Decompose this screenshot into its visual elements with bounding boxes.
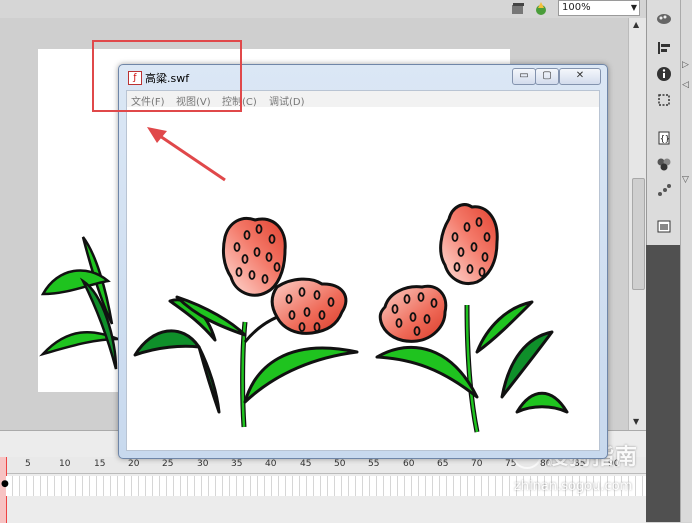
timeline-tick: 55 — [368, 459, 380, 469]
timeline-tick: 65 — [437, 459, 449, 469]
right-plant — [375, 203, 569, 433]
maximize-button[interactable]: ▢ — [535, 68, 559, 85]
align-icon[interactable] — [653, 38, 675, 58]
pointer-arrow — [147, 127, 226, 182]
watermark-url: zhinan.sogou.com — [514, 479, 633, 494]
close-button[interactable]: ✕ — [559, 68, 601, 85]
menu-debug[interactable]: 调试(D) — [269, 93, 305, 108]
left-plant — [133, 216, 359, 428]
timeline-tick: 30 — [197, 459, 209, 469]
timeline-tick: 60 — [403, 459, 415, 469]
timeline-tick: 25 — [162, 459, 174, 469]
timeline-tick: 5 — [25, 459, 31, 469]
timeline-tick: 35 — [231, 459, 243, 469]
collapse-panel-icon[interactable]: ◁ — [682, 80, 689, 90]
highlight-box — [92, 40, 242, 112]
chevron-down-icon: ▼ — [630, 3, 637, 12]
timeline-tick: 40 — [265, 459, 277, 469]
timeline-tick: 10 — [59, 459, 71, 469]
timeline-tick: 70 — [471, 459, 483, 469]
keyframe-icon: ● — [1, 479, 9, 489]
timeline-tick: 45 — [300, 459, 312, 469]
minimize-button[interactable]: ▭ — [512, 68, 536, 85]
vertical-scrollbar[interactable]: ▲ ▼ — [628, 18, 647, 430]
chevron-down-icon[interactable]: ▽ — [682, 175, 689, 185]
info-icon[interactable] — [653, 64, 675, 84]
svg-text:{}: {} — [660, 134, 670, 143]
panel-edge: ▷ ◁ ▽ — [680, 0, 692, 522]
components-icon[interactable] — [653, 154, 675, 174]
motion-icon[interactable] — [653, 180, 675, 200]
edit-bar: 100% ▼ — [0, 0, 640, 18]
tool-strip: {} — [646, 0, 681, 245]
zoom-select[interactable]: 100% ▼ — [558, 0, 640, 16]
swf-player-window[interactable]: ƒ 高粱.swf ▭ ▢ ✕ 文件(F) 视图(V) 控制(C) 调试(D) — [118, 64, 608, 459]
scroll-down-icon[interactable]: ▼ — [633, 417, 639, 426]
edit-scene-icon[interactable] — [510, 1, 526, 17]
edit-symbol-icon[interactable] — [533, 1, 549, 17]
code-icon[interactable]: {} — [653, 128, 675, 148]
scroll-up-icon[interactable]: ▲ — [633, 20, 639, 29]
color-swatches-icon[interactable] — [653, 8, 675, 28]
timeline-tick: 50 — [334, 459, 346, 469]
zoom-value: 100% — [562, 2, 591, 13]
transform-icon[interactable] — [653, 90, 675, 110]
expand-panel-icon[interactable]: ▷ — [682, 60, 689, 70]
library-icon[interactable] — [653, 216, 675, 236]
scrollbar-thumb[interactable] — [632, 178, 645, 290]
timeline-tick: 15 — [94, 459, 106, 469]
timeline-tick: 20 — [128, 459, 140, 469]
